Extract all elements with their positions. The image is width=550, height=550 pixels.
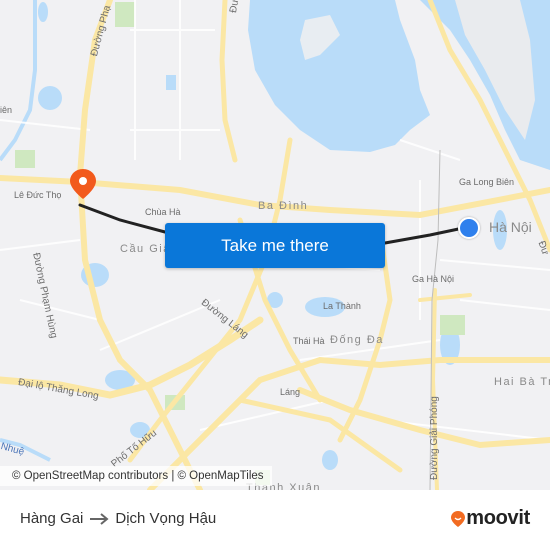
label-le-duc-tho: Lê Đức Thọ (14, 190, 62, 200)
label-ha-noi: Hà Nội (489, 219, 532, 235)
origin-name: Hàng Gai (20, 510, 84, 527)
label-hai-ba-trung: Hai Bà Trư (494, 376, 550, 388)
label-bien-left: iên (0, 105, 13, 115)
footer: Hàng Gai Dịch Vọng Hậu moovit (0, 490, 550, 550)
map-attribution[interactable]: © OpenStreetMap contributors | © OpenMap… (0, 466, 272, 486)
label-lang: Láng (280, 387, 301, 397)
label-dong-da: Đống Đa (330, 334, 384, 346)
origin-marker-icon[interactable] (458, 217, 480, 239)
moovit-pin-icon (451, 510, 466, 527)
route-summary: Hàng Gai Dịch Vọng Hậu (20, 510, 216, 527)
moovit-wordmark: moovit (466, 507, 530, 529)
moovit-logo[interactable]: moovit (450, 507, 530, 530)
label-ga-long-bien: Ga Long Biên (459, 177, 515, 187)
map[interactable]: Lê Đức Thọ Chùa Hà Cầu Giấy Ba Đình Ga L… (0, 0, 550, 490)
label-chua-ha: Chùa Hà (145, 207, 181, 217)
destination-pin-icon[interactable] (68, 168, 98, 200)
label-duong-giai-phong: Đường Giải Phóng (429, 396, 440, 480)
take-me-there-button[interactable]: Take me there (165, 223, 385, 268)
destination-name: Dịch Vọng Hậu (115, 510, 217, 527)
arrow-right-icon (89, 512, 109, 525)
label-ga-ha-noi: Ga Hà Nội (412, 274, 455, 284)
west-lake (248, 0, 430, 152)
label-thai-ha: Thái Hà (293, 336, 325, 346)
label-ba-dinh: Ba Đình (258, 200, 309, 212)
label-la-thanh: La Thành (323, 301, 361, 311)
